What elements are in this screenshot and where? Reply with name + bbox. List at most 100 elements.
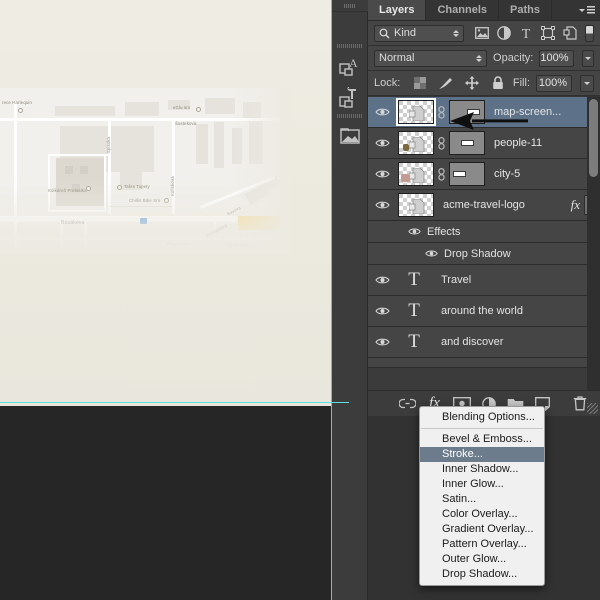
menu-item-gradient-overlay[interactable]: Gradient Overlay... <box>420 522 544 537</box>
layer-visibility-toggle[interactable] <box>368 107 396 117</box>
layer-name[interactable]: and discover <box>441 336 503 348</box>
smartobject-filter-icon[interactable] <box>562 26 577 41</box>
link-layers-button[interactable] <box>394 391 421 417</box>
layer-effect-drop-shadow[interactable]: Drop Shadow <box>368 243 600 265</box>
lock-position-icon[interactable] <box>464 76 479 91</box>
layer-visibility-toggle[interactable] <box>368 306 396 316</box>
menu-item-pattern-overlay[interactable]: Pattern Overlay... <box>420 537 544 552</box>
menu-item-drop-shadow[interactable]: Drop Shadow... <box>420 567 544 582</box>
mini-bridge-panel-icon <box>340 128 360 144</box>
menu-item-color-overlay[interactable]: Color Overlay... <box>420 507 544 522</box>
layer-row-city-5[interactable]: city-5 <box>368 159 600 190</box>
mask-link-icon[interactable] <box>437 136 446 150</box>
layer-list-scroll-track[interactable] <box>587 97 600 390</box>
opacity-stepper[interactable] <box>581 49 594 67</box>
eye-icon <box>374 307 390 315</box>
tab-layers[interactable]: Layers <box>368 0 427 20</box>
mask-link-icon[interactable] <box>437 167 446 181</box>
layer-mask-thumbnail[interactable] <box>449 131 485 155</box>
effects-visibility-toggle[interactable] <box>408 223 421 241</box>
blend-mode-select[interactable]: Normal <box>374 49 488 67</box>
fill-input[interactable]: 100% <box>536 74 572 92</box>
layer-mask-thumbnail[interactable] <box>449 162 485 186</box>
fill-stepper[interactable] <box>580 74 594 92</box>
effects-label: Effects <box>427 225 461 238</box>
placeholder-doc-icon <box>409 137 425 152</box>
menu-item-outer-glow[interactable]: Outer Glow... <box>420 552 544 567</box>
layer-row-people-11[interactable]: people-11 <box>368 128 600 159</box>
effect-visibility-toggle[interactable] <box>425 245 438 263</box>
layer-row-acme-travel-logo[interactable]: acme-travel-logo fx <box>368 190 600 221</box>
layer-row-travel[interactable]: T Travel <box>368 265 600 296</box>
layer-thumbnail[interactable] <box>396 98 436 126</box>
chevron-down-icon <box>579 9 585 12</box>
filter-kind-label: Kind <box>394 27 417 39</box>
lock-transparency-icon[interactable] <box>412 76 427 91</box>
layer-style-context-menu[interactable]: Blending Options... Bevel & Emboss... St… <box>419 406 545 586</box>
text-layer-icon[interactable]: T <box>396 299 432 323</box>
stepper-arrows-icon <box>476 54 483 62</box>
layer-visibility-toggle[interactable] <box>368 169 396 179</box>
layer-effects-group[interactable]: Effects <box>368 221 600 243</box>
dock-grip-bar[interactable] <box>332 0 368 12</box>
layer-visibility-toggle[interactable] <box>368 275 396 285</box>
placeholder-doc-icon <box>409 199 425 214</box>
layer-list[interactable]: map-screen... people-11 city-5 acme-trav… <box>368 97 600 390</box>
menu-item-inner-shadow[interactable]: Inner Shadow... <box>420 462 544 477</box>
layer-thumbnail[interactable] <box>398 131 434 155</box>
tab-channels-label: Channels <box>437 4 487 16</box>
layer-list-scrollbar[interactable] <box>589 99 598 177</box>
menu-item-blending-options[interactable]: Blending Options... <box>420 410 544 425</box>
pixel-filter-icon[interactable] <box>474 26 489 41</box>
layer-thumbnail[interactable] <box>398 162 434 186</box>
link-icon <box>399 398 416 409</box>
panel-resize-grip[interactable] <box>587 403 598 414</box>
horizontal-guide <box>0 402 349 403</box>
layer-visibility-toggle[interactable] <box>368 138 396 148</box>
eye-icon <box>374 170 390 178</box>
text-layer-icon[interactable]: T <box>396 330 432 354</box>
layer-row-partial[interactable] <box>368 358 600 368</box>
dock-item-character[interactable]: A <box>336 52 364 80</box>
menu-item-stroke[interactable]: Stroke... <box>420 447 544 462</box>
adjustment-filter-icon[interactable] <box>496 26 511 41</box>
layer-row-around-the-world[interactable]: T around the world <box>368 296 600 327</box>
panel-menu-button[interactable] <box>579 5 595 16</box>
tab-paths[interactable]: Paths <box>499 0 552 20</box>
text-layer-icon[interactable]: T <box>396 268 432 292</box>
layer-visibility-toggle[interactable] <box>368 200 396 210</box>
layer-thumbnails <box>396 162 485 186</box>
layer-name[interactable]: Travel <box>441 274 471 286</box>
lock-icon-group <box>412 76 505 91</box>
character-panel-icon: A <box>339 56 358 76</box>
eye-icon <box>425 250 438 256</box>
shape-filter-icon[interactable] <box>540 26 555 41</box>
layer-thumbnail[interactable] <box>398 193 434 217</box>
filter-enable-toggle[interactable] <box>585 24 594 42</box>
layer-row-and-discover[interactable]: T and discover <box>368 327 600 358</box>
menu-item-satin[interactable]: Satin... <box>420 492 544 507</box>
layer-name[interactable]: city-5 <box>494 168 520 180</box>
menu-item-inner-glow[interactable]: Inner Glow... <box>420 477 544 492</box>
layer-thumbnails <box>396 193 434 217</box>
filter-kind-select[interactable]: Kind <box>374 24 464 42</box>
menu-item-bevel-emboss[interactable]: Bevel & Emboss... <box>420 432 544 447</box>
mask-link-icon[interactable] <box>437 105 446 119</box>
document-artboard: rece Harlequin eGlu sro Šustekova Spissk… <box>0 0 331 406</box>
layer-name[interactable]: people-11 <box>494 137 542 149</box>
lock-all-icon[interactable] <box>490 76 505 91</box>
dock-divider-2 <box>337 114 363 118</box>
layer-name[interactable]: acme-travel-logo <box>443 199 525 211</box>
svg-text:A: A <box>349 56 358 70</box>
type-filter-icon[interactable]: T <box>518 26 533 41</box>
fx-badge-icon[interactable]: fx <box>571 197 580 213</box>
layer-visibility-toggle[interactable] <box>368 337 396 347</box>
dock-item-paragraph[interactable] <box>336 84 364 112</box>
collapsed-panel-dock: A <box>332 0 368 600</box>
layer-name[interactable]: around the world <box>441 305 523 317</box>
opacity-input[interactable]: 100% <box>539 49 574 67</box>
dock-item-mini-bridge[interactable] <box>336 122 364 150</box>
tab-channels[interactable]: Channels <box>426 0 499 20</box>
lock-image-icon[interactable] <box>438 76 453 91</box>
document-canvas[interactable]: rece Harlequin eGlu sro Šustekova Spissk… <box>0 0 331 406</box>
